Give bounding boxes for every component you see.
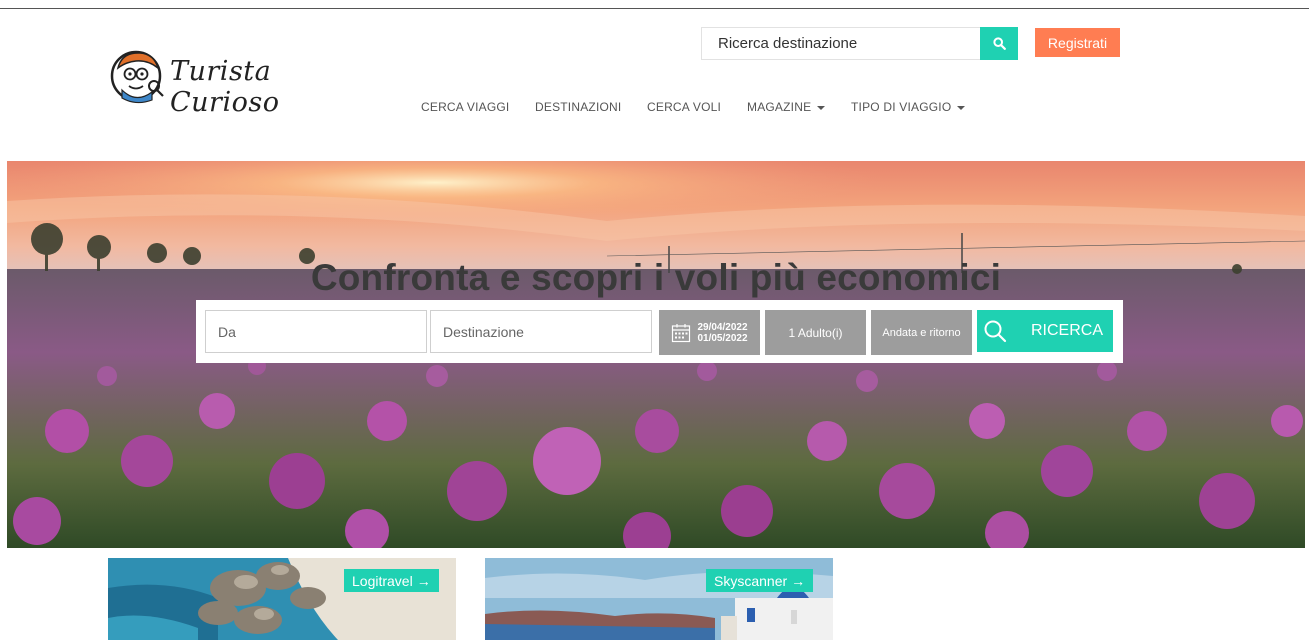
passengers-select[interactable]: 1 Adulto(i) [765, 310, 866, 355]
trip-type-label: Andata e ritorno [882, 326, 961, 339]
logo-wordmark: Turista Curioso [170, 56, 280, 118]
depart-date: 29/04/2022 [697, 321, 748, 333]
calendar-icon [672, 323, 691, 342]
search-button[interactable] [980, 27, 1018, 60]
trip-type-select[interactable]: Andata e ritorno [871, 310, 972, 355]
arrow-right-icon: → [791, 572, 806, 589]
site-logo[interactable]: Turista Curioso [108, 46, 358, 118]
hero-title: Confronta e scopri i voli più economici [310, 257, 1002, 298]
search-icon [992, 37, 1006, 50]
nav-item-cerca-voli[interactable]: CERCA VOLI [647, 100, 721, 114]
origin-input[interactable] [205, 310, 427, 353]
nav-item-magazine[interactable]: MAGAZINE [747, 100, 826, 114]
card-label-text: Logitravel [352, 572, 413, 589]
tourist-face-icon [110, 50, 164, 104]
nav-item-destinazioni[interactable]: DESTINAZIONI [535, 100, 621, 114]
caret-down-icon [817, 105, 826, 110]
destination-search-input[interactable] [701, 27, 981, 60]
magnifier-icon [984, 320, 1007, 343]
partner-label-logitravel[interactable]: Logitravel → [344, 569, 439, 592]
nav-item-tipo-di-viaggio[interactable]: TIPO DI VIAGGIO [851, 100, 966, 114]
date-range: 29/04/2022 01/05/2022 [697, 322, 747, 344]
return-date: 01/05/2022 [697, 332, 748, 344]
register-button[interactable]: Registrati [1035, 28, 1120, 57]
card-label-text: Skyscanner [714, 572, 788, 589]
caret-down-icon [957, 105, 966, 110]
nav-item-cerca-viaggi[interactable]: CERCA VIAGGI [421, 100, 509, 114]
flight-search-label: RICERCA [1031, 322, 1104, 339]
register-label: Registrati [1047, 34, 1108, 51]
flight-search-button[interactable]: RICERCA [977, 310, 1113, 352]
top-divider [0, 8, 1309, 9]
arrow-right-icon: → [416, 572, 431, 589]
nav-label: DESTINAZIONI [535, 100, 622, 114]
partner-label-skyscanner[interactable]: Skyscanner → [706, 569, 814, 592]
destination-input[interactable] [430, 310, 652, 353]
date-picker[interactable]: 29/04/2022 01/05/2022 [659, 310, 760, 355]
nav-label: TIPO DI VIAGGIO [851, 100, 952, 114]
passengers-label: 1 Adulto(i) [788, 325, 843, 340]
nav-label: CERCA VIAGGI [421, 100, 510, 114]
nav-label: CERCA VOLI [647, 100, 722, 114]
nav-label: MAGAZINE [747, 100, 812, 114]
